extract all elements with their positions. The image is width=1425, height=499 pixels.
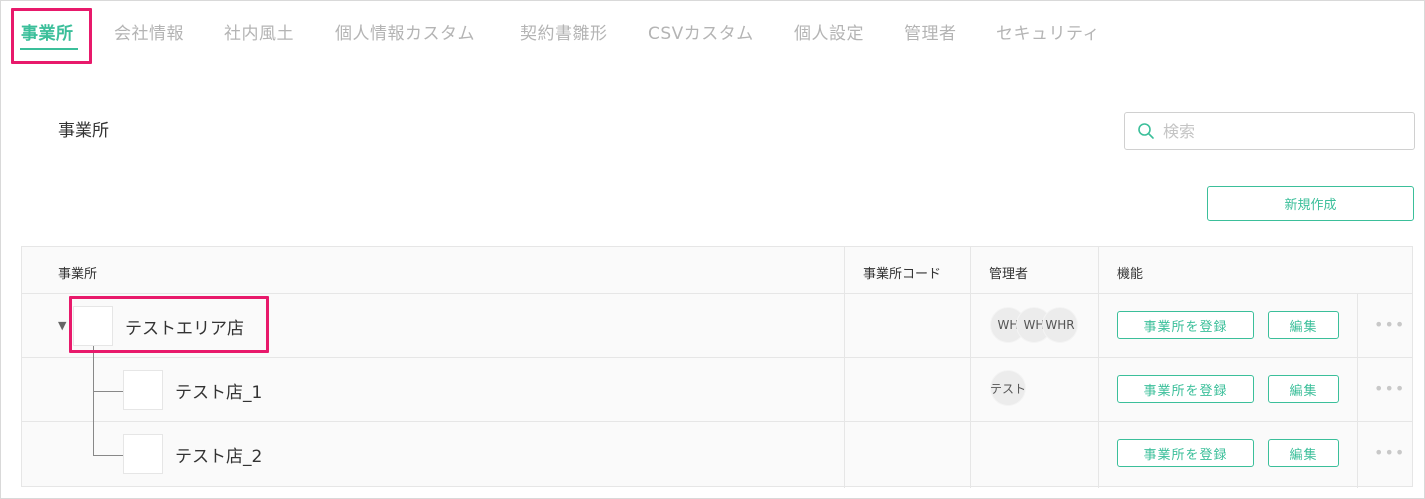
office-thumbnail [123, 370, 163, 410]
edit-button[interactable]: 編集 [1268, 375, 1339, 403]
search-box[interactable] [1124, 112, 1415, 150]
office-table: 事業所 事業所コード 管理者 機能 ▼ テストエリア店 WH WH WHR 事業… [21, 246, 1413, 488]
tab-csv-custom[interactable]: CSVカスタム [648, 19, 754, 44]
new-office-button[interactable]: 新規作成 [1207, 186, 1414, 221]
more-options-icon[interactable]: ••• [1374, 315, 1405, 334]
register-office-button[interactable]: 事業所を登録 [1117, 311, 1254, 339]
header-office-code: 事業所コード [863, 267, 942, 282]
page-title: 事業所 [58, 121, 109, 141]
tab-personal-info-custom[interactable]: 個人情報カスタム [335, 19, 475, 44]
table-row: ▼ テストエリア店 WH WH WHR 事業所を登録 編集 ••• [22, 293, 1412, 357]
tab-company-info[interactable]: 会社情報 [114, 19, 184, 44]
avatar: WHR [1042, 307, 1078, 343]
register-office-button[interactable]: 事業所を登録 [1117, 375, 1254, 403]
office-thumbnail [123, 434, 163, 474]
register-office-button[interactable]: 事業所を登録 [1117, 439, 1254, 467]
tab-culture[interactable]: 社内風土 [224, 19, 294, 44]
tab-personal-settings[interactable]: 個人設定 [794, 19, 864, 44]
active-tab-indicator [20, 48, 78, 50]
office-thumbnail [73, 306, 113, 346]
header-manager: 管理者 [989, 267, 1029, 282]
avatar: テスト [990, 370, 1026, 406]
edit-button[interactable]: 編集 [1268, 311, 1339, 339]
edit-button[interactable]: 編集 [1268, 439, 1339, 467]
more-options-icon[interactable]: ••• [1374, 379, 1405, 398]
office-name[interactable]: テスト店_2 [175, 442, 262, 467]
header-office: 事業所 [58, 267, 98, 282]
settings-page: 事業所 会社情報 社内風土 個人情報カスタム 契約書雛形 CSVカスタム 個人設… [0, 0, 1425, 499]
office-name[interactable]: テストエリア店 [125, 314, 244, 339]
search-icon [1138, 123, 1154, 139]
more-options-icon[interactable]: ••• [1374, 443, 1405, 462]
office-name[interactable]: テスト店_1 [175, 378, 262, 403]
tab-security[interactable]: セキュリティ [996, 19, 1100, 44]
tab-administrators[interactable]: 管理者 [904, 19, 957, 44]
settings-tabs: 事業所 会社情報 社内風土 個人情報カスタム 契約書雛形 CSVカスタム 個人設… [1, 1, 1425, 63]
collapse-caret-icon[interactable]: ▼ [58, 319, 66, 332]
table-row: テスト店_1 テスト 事業所を登録 編集 ••• [22, 357, 1412, 421]
search-input[interactable] [1163, 119, 1403, 143]
tab-offices[interactable]: 事業所 [21, 19, 74, 44]
tab-contract-templates[interactable]: 契約書雛形 [520, 19, 608, 44]
header-function: 機能 [1117, 267, 1144, 282]
table-row: テスト店_2 事業所を登録 編集 ••• [22, 421, 1412, 485]
